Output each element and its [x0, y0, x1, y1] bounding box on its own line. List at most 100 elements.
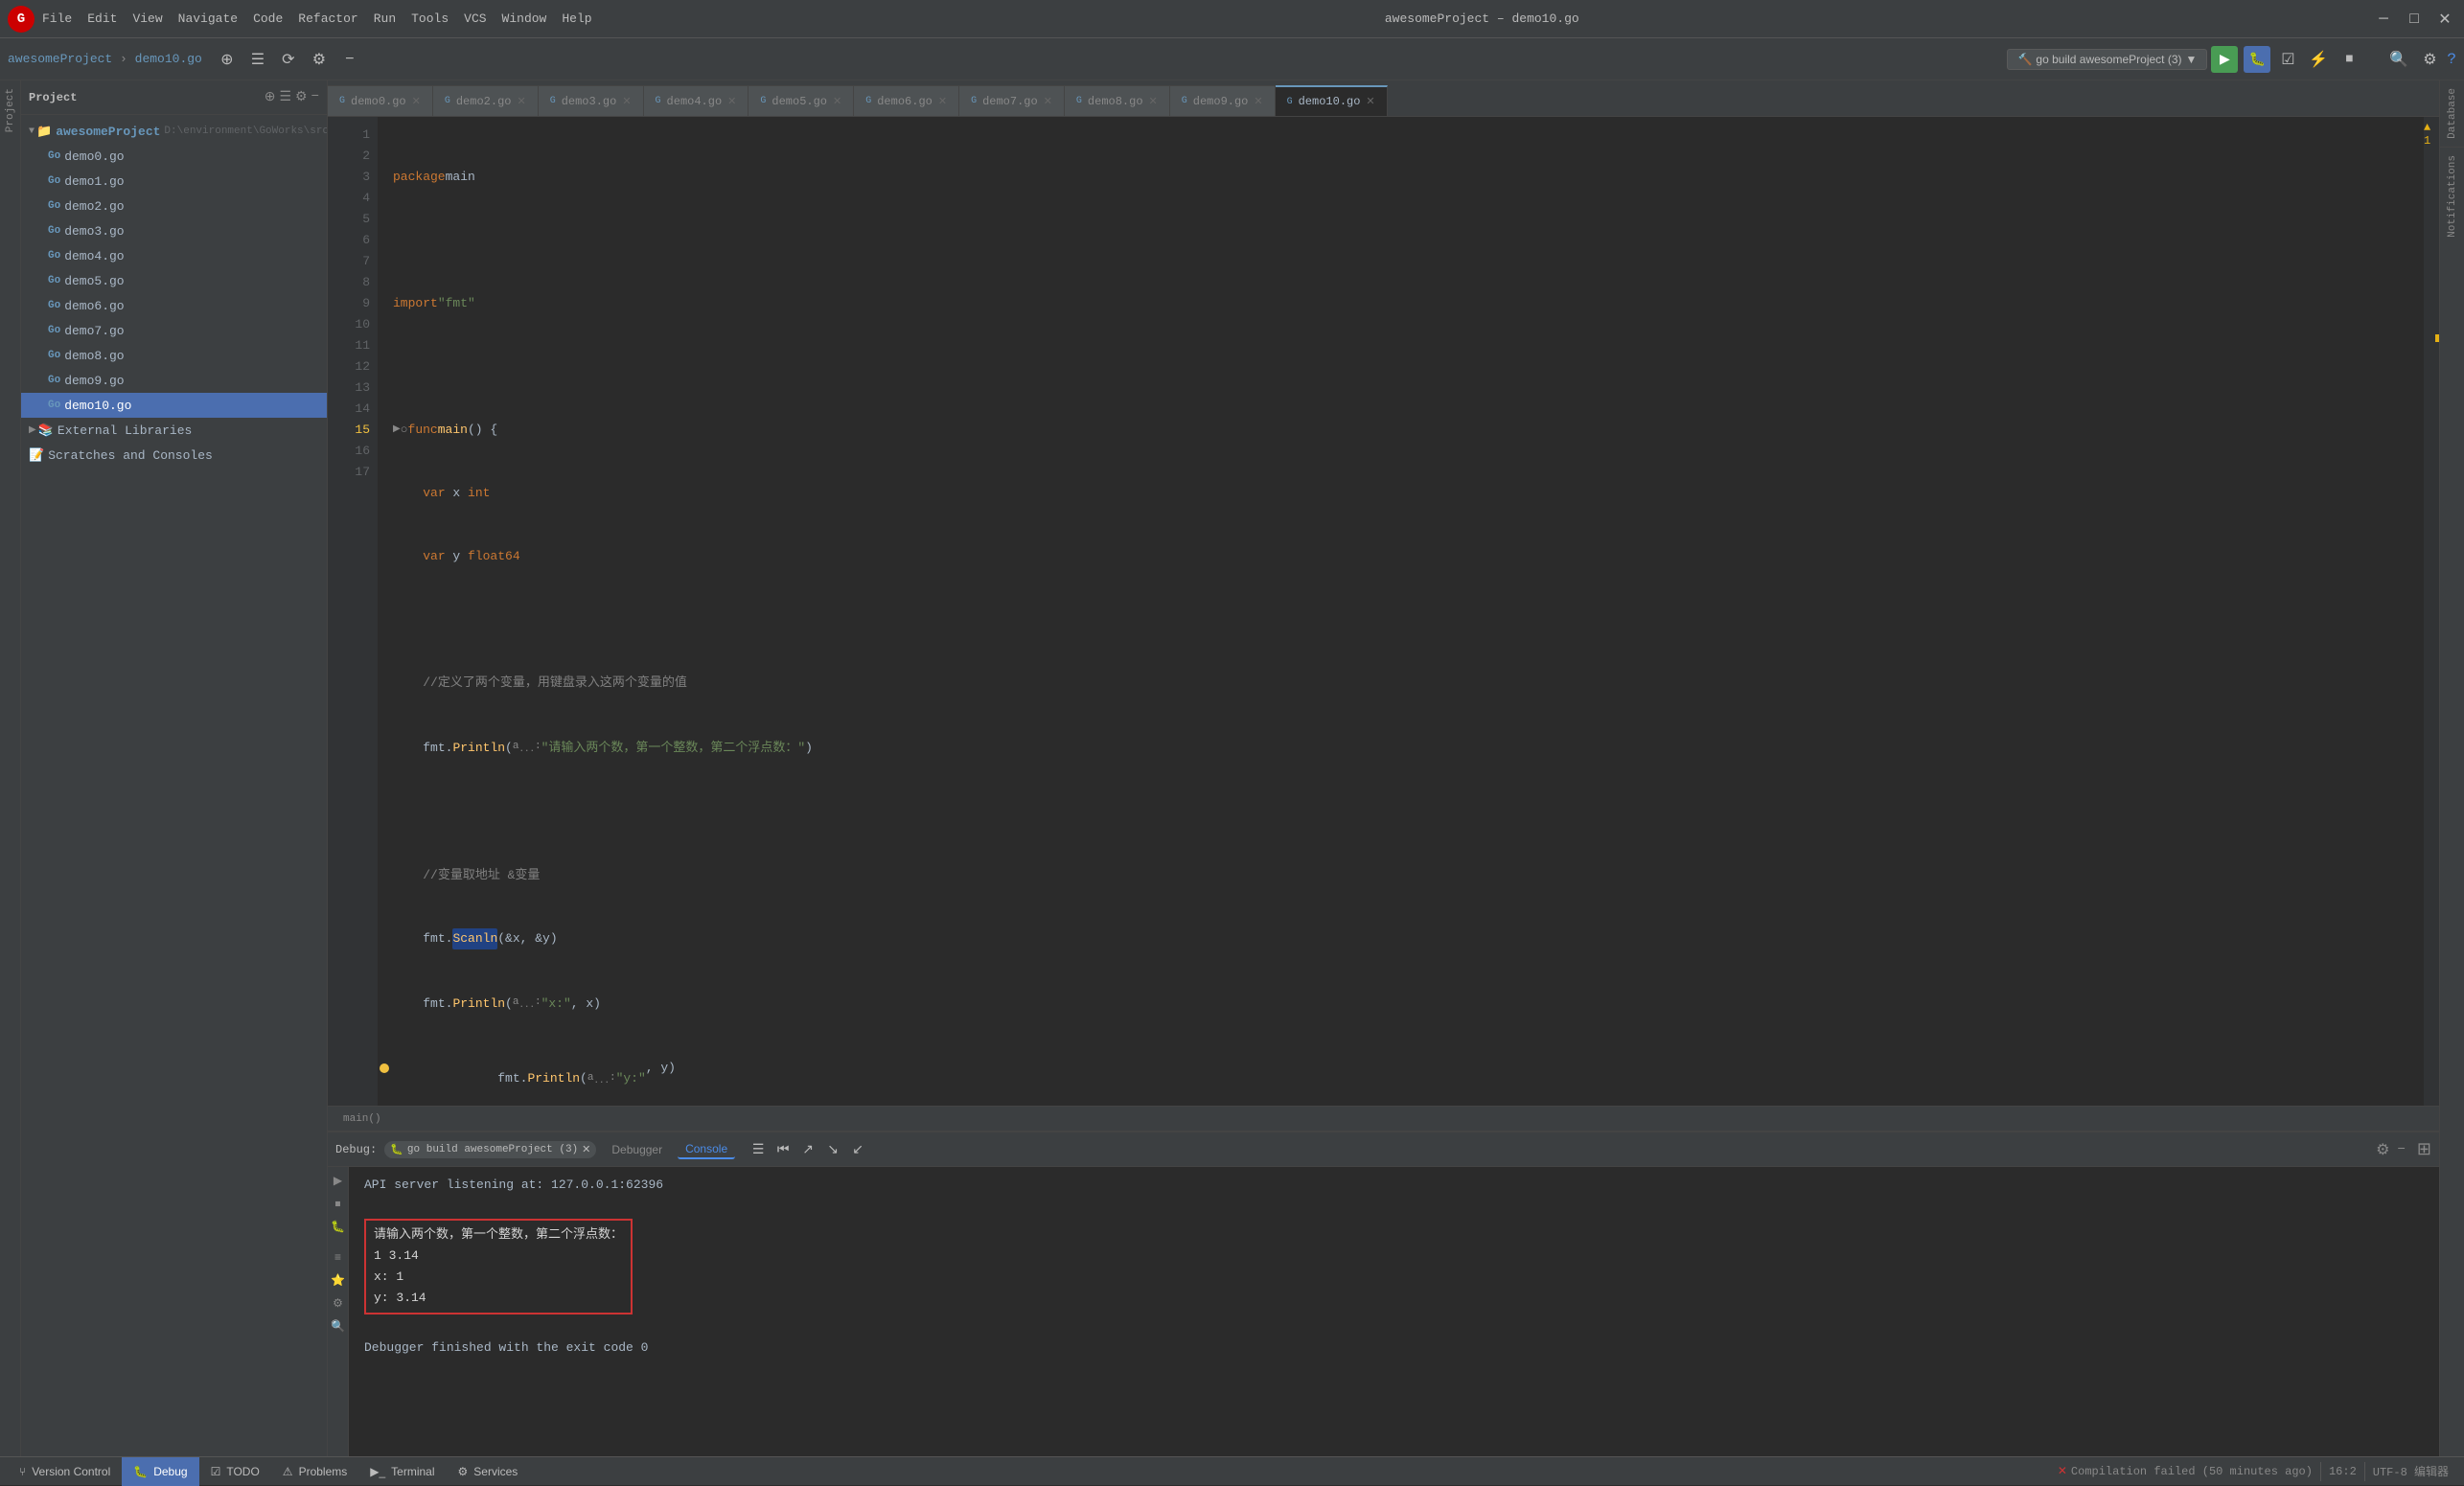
debug-side-btn-7[interactable]: 🔍 [329, 1316, 348, 1336]
toolbar-settings-icon[interactable]: ⚙ [306, 46, 333, 73]
tab-demo10[interactable]: G demo10.go ✕ [1276, 85, 1388, 116]
maximize-button[interactable]: □ [2403, 8, 2426, 31]
debug-side-btn-2[interactable]: ⏹ [329, 1194, 348, 1213]
menu-vcs[interactable]: VCS [464, 11, 486, 26]
code-content[interactable]: package main import "fmt" ▶ ○func main()… [378, 117, 2439, 1106]
tab-demo6-close[interactable]: ✕ [938, 95, 947, 108]
toolbar-icon-2[interactable]: ☰ [244, 46, 271, 73]
debug-settings-icon[interactable]: ⚙ [2376, 1140, 2389, 1159]
debug-ctrl-3[interactable]: ↗ [796, 1138, 819, 1161]
sidebar-icon-4[interactable]: − [311, 89, 319, 105]
debug-build-tag[interactable]: 🐛 go build awesomeProject (3) ✕ [384, 1141, 596, 1158]
debug-tag-close[interactable]: ✕ [582, 1143, 590, 1156]
tab-demo5[interactable]: G demo5.go ✕ [748, 85, 854, 116]
tab-demo0-close[interactable]: ✕ [412, 95, 421, 108]
tree-item-demo1[interactable]: Go demo1.go [21, 169, 327, 194]
tree-item-demo7[interactable]: Go demo7.go [21, 318, 327, 343]
tab-demo9[interactable]: G demo9.go ✕ [1170, 85, 1276, 116]
menu-edit[interactable]: Edit [87, 11, 117, 26]
tree-item-demo10[interactable]: Go demo10.go [21, 393, 327, 418]
tree-item-ext-libs[interactable]: ▶ 📚 External Libraries [21, 418, 327, 443]
debug-ctrl-1[interactable]: ☰ [747, 1138, 770, 1161]
tab-demo6[interactable]: G demo6.go ✕ [854, 85, 959, 116]
notifications-label[interactable]: Notifications [2443, 148, 2462, 245]
todo-button[interactable]: ☑ TODO [199, 1457, 271, 1486]
debug-minimize-icon[interactable]: − [2398, 1142, 2406, 1157]
search-everywhere-icon[interactable]: 🔍 [2385, 46, 2412, 73]
menu-window[interactable]: Window [502, 11, 547, 26]
tab-demo5-close[interactable]: ✕ [833, 95, 841, 108]
tab-demo4-close[interactable]: ✕ [727, 95, 736, 108]
tree-item-demo5[interactable]: Go demo5.go [21, 268, 327, 293]
toolbar-profile-icon[interactable]: ⚡ [2305, 46, 2332, 73]
menu-tools[interactable]: Tools [411, 11, 449, 26]
tab-demo4[interactable]: G demo4.go ✕ [644, 85, 749, 116]
debug-ctrl-2[interactable]: ⏮ [771, 1138, 794, 1161]
tree-item-demo0[interactable]: Go demo0.go [21, 144, 327, 169]
debug-layout-icon[interactable]: ⊞ [2417, 1139, 2431, 1160]
tab-demo7-close[interactable]: ✕ [1044, 95, 1052, 108]
debug-side-btn-1[interactable]: ▶ [329, 1171, 348, 1190]
sidebar-icon-1[interactable]: ⊕ [265, 89, 276, 105]
debug-side-btn-6[interactable]: ⚙ [329, 1293, 348, 1313]
project-panel-label[interactable]: Project [5, 80, 16, 140]
tree-item-scratches[interactable]: 📝 Scratches and Consoles [21, 443, 327, 468]
help-icon[interactable]: ? [2447, 51, 2456, 68]
tree-item-demo3[interactable]: Go demo3.go [21, 218, 327, 243]
toolbar-minus-icon[interactable]: − [336, 46, 363, 73]
problems-button[interactable]: ⚠ Problems [271, 1457, 358, 1486]
menu-refactor[interactable]: Refactor [298, 11, 357, 26]
tree-item-demo9[interactable]: Go demo9.go [21, 368, 327, 393]
tab-demo7[interactable]: G demo7.go ✕ [959, 85, 1065, 116]
code-editor[interactable]: 1 2 3 4 5 6 7 8 9 10 11 12 13 14 15 16 1… [328, 117, 2439, 1106]
breadcrumb-file[interactable]: demo10.go [135, 52, 202, 66]
menu-bar[interactable]: File Edit View Navigate Code Refactor Ru… [42, 11, 592, 26]
tab-demo2[interactable]: G demo2.go ✕ [433, 85, 539, 116]
build-config-button[interactable]: 🔨 go build awesomeProject (3) ▼ [2007, 49, 2207, 70]
menu-navigate[interactable]: Navigate [178, 11, 238, 26]
menu-code[interactable]: Code [253, 11, 283, 26]
minimize-button[interactable]: ─ [2372, 8, 2395, 31]
sidebar-icon-3[interactable]: ⚙ [295, 89, 308, 105]
console-tab[interactable]: Console [678, 1140, 735, 1159]
tree-item-demo6[interactable]: Go demo6.go [21, 293, 327, 318]
toolbar-coverage-icon[interactable]: ☑ [2274, 46, 2301, 73]
database-label[interactable]: Database [2443, 80, 2462, 147]
sidebar-header-icons[interactable]: ⊕ ☰ ⚙ − [265, 89, 319, 105]
tab-demo10-close[interactable]: ✕ [1366, 95, 1374, 108]
tree-item-demo4[interactable]: Go demo4.go [21, 243, 327, 268]
toolbar-stop-icon[interactable]: ⏹ [2336, 46, 2362, 73]
toolbar-icon-1[interactable]: ⊕ [214, 46, 241, 73]
debugger-tab[interactable]: Debugger [604, 1141, 670, 1158]
debug-status-button[interactable]: 🐛 Debug [122, 1457, 198, 1486]
menu-view[interactable]: View [132, 11, 162, 26]
debug-ctrl-5[interactable]: ↙ [846, 1138, 869, 1161]
tab-demo2-close[interactable]: ✕ [517, 95, 525, 108]
tab-demo3[interactable]: G demo3.go ✕ [539, 85, 644, 116]
tree-item-demo2[interactable]: Go demo2.go [21, 194, 327, 218]
tree-item-project-root[interactable]: ▼ 📁 awesomeProject D:\environment\GoWork… [21, 119, 327, 144]
tab-demo8-close[interactable]: ✕ [1149, 95, 1158, 108]
debug-side-btn-5[interactable]: ⭐ [329, 1270, 348, 1290]
window-controls[interactable]: ─ □ ✕ [2372, 8, 2456, 31]
tab-demo9-close[interactable]: ✕ [1254, 95, 1262, 108]
debug-button[interactable]: 🐛 [2244, 46, 2270, 73]
tab-demo3-close[interactable]: ✕ [622, 95, 631, 108]
terminal-button[interactable]: ▶_ Terminal [358, 1457, 446, 1486]
run-button[interactable]: ▶ [2211, 46, 2238, 73]
debug-output[interactable]: API server listening at: 127.0.0.1:62396… [349, 1167, 2439, 1456]
breadcrumb-project[interactable]: awesomeProject [8, 52, 112, 66]
settings-icon[interactable]: ⚙ [2416, 46, 2443, 73]
menu-file[interactable]: File [42, 11, 72, 26]
tab-demo0[interactable]: G demo0.go ✕ [328, 85, 433, 116]
services-button[interactable]: ⚙ Services [447, 1457, 530, 1486]
tree-item-demo8[interactable]: Go demo8.go [21, 343, 327, 368]
menu-help[interactable]: Help [562, 11, 591, 26]
close-button[interactable]: ✕ [2433, 8, 2456, 31]
sidebar-icon-2[interactable]: ☰ [279, 89, 291, 105]
debug-side-btn-4[interactable]: ≡ [329, 1247, 348, 1267]
tab-demo8[interactable]: G demo8.go ✕ [1065, 85, 1170, 116]
debug-ctrl-4[interactable]: ↘ [821, 1138, 844, 1161]
menu-run[interactable]: Run [374, 11, 396, 26]
toolbar-icon-3[interactable]: ⟳ [275, 46, 302, 73]
